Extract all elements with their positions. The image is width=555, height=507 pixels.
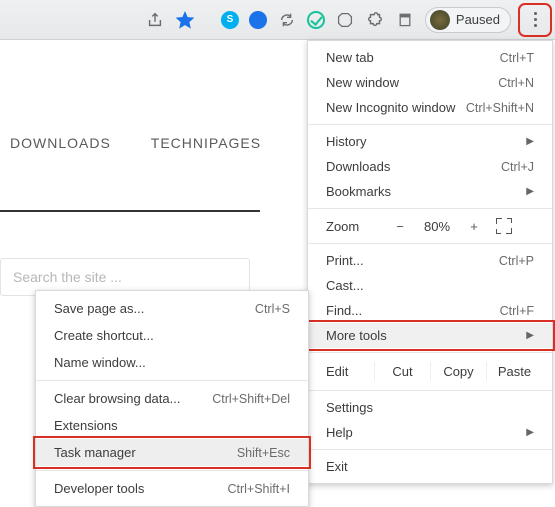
submenu-extensions[interactable]: Extensions: [36, 412, 308, 439]
separator: [308, 352, 552, 353]
label: Find...: [326, 303, 362, 318]
menu-edit-row: Edit Cut Copy Paste: [308, 357, 552, 386]
shortcut: Ctrl+P: [499, 254, 534, 268]
label: Developer tools: [54, 481, 144, 496]
menu-find[interactable]: Find... Ctrl+F: [308, 298, 552, 323]
submenu-create-shortcut[interactable]: Create shortcut...: [36, 322, 308, 349]
separator: [308, 124, 552, 125]
bookmark-star-icon[interactable]: [175, 10, 195, 30]
menu-zoom-row: Zoom − 80% +: [308, 213, 552, 239]
edit-label: Edit: [326, 364, 374, 379]
shortcut: Ctrl+T: [500, 51, 534, 65]
zoom-out-button[interactable]: −: [388, 219, 412, 234]
menu-new-incognito[interactable]: New Incognito window Ctrl+Shift+N: [308, 95, 552, 120]
profile-status-label: Paused: [456, 12, 500, 27]
separator: [36, 380, 308, 381]
edit-paste-button[interactable]: Paste: [486, 362, 542, 381]
label: Downloads: [326, 159, 390, 174]
edit-cut-button[interactable]: Cut: [374, 362, 430, 381]
menu-settings[interactable]: Settings: [308, 395, 552, 420]
label: Settings: [326, 400, 373, 415]
extensions-puzzle-icon[interactable]: [365, 10, 385, 30]
shortcut: Ctrl+S: [255, 302, 290, 316]
menu-help[interactable]: Help ▶: [308, 420, 552, 445]
video-extension-icon[interactable]: [249, 11, 267, 29]
shortcut: Ctrl+Shift+I: [227, 482, 290, 496]
kebab-icon: [534, 12, 537, 27]
divider: [0, 210, 260, 212]
fullscreen-icon[interactable]: [496, 218, 512, 234]
menu-bookmarks[interactable]: Bookmarks ▶: [308, 179, 552, 204]
menu-more-tools[interactable]: More tools ▶: [308, 323, 552, 348]
label: New tab: [326, 50, 374, 65]
sync-icon[interactable]: [277, 10, 297, 30]
menu-history[interactable]: History ▶: [308, 129, 552, 154]
submenu-clear-browsing-data[interactable]: Clear browsing data... Ctrl+Shift+Del: [36, 385, 308, 412]
submenu-task-manager[interactable]: Task manager Shift+Esc: [36, 439, 308, 466]
chevron-right-icon: ▶: [526, 186, 534, 197]
shortcut: Ctrl+N: [498, 76, 534, 90]
shortcut: Ctrl+J: [501, 160, 534, 174]
chevron-right-icon: ▶: [526, 427, 534, 438]
shortcut: Ctrl+Shift+Del: [212, 392, 290, 406]
label: Help: [326, 425, 353, 440]
label: Print...: [326, 253, 364, 268]
separator: [308, 449, 552, 450]
label: Save page as...: [54, 301, 144, 316]
label: New Incognito window: [326, 100, 455, 115]
label: Name window...: [54, 355, 146, 370]
edit-copy-button[interactable]: Copy: [430, 362, 486, 381]
reading-list-icon[interactable]: [395, 10, 415, 30]
site-nav: DOWNLOADS TECHNIPAGES: [0, 135, 261, 151]
label: Exit: [326, 459, 348, 474]
label: History: [326, 134, 366, 149]
share-icon[interactable]: [145, 10, 165, 30]
menu-new-window[interactable]: New window Ctrl+N: [308, 70, 552, 95]
shortcut: Ctrl+Shift+N: [466, 101, 534, 115]
menu-exit[interactable]: Exit: [308, 454, 552, 479]
submenu-save-page[interactable]: Save page as... Ctrl+S: [36, 295, 308, 322]
label: Task manager: [54, 445, 136, 460]
avatar-icon: [430, 10, 450, 30]
separator: [308, 208, 552, 209]
separator: [308, 243, 552, 244]
menu-new-tab[interactable]: New tab Ctrl+T: [308, 45, 552, 70]
browser-toolbar: S Paused: [0, 0, 555, 40]
label: Clear browsing data...: [54, 391, 180, 406]
chevron-right-icon: ▶: [526, 136, 534, 147]
zoom-in-button[interactable]: +: [462, 219, 486, 234]
menu-print[interactable]: Print... Ctrl+P: [308, 248, 552, 273]
search-placeholder: Search the site ...: [13, 269, 122, 285]
zoom-percent: 80%: [416, 219, 458, 234]
shortcut: Ctrl+F: [500, 304, 534, 318]
chrome-menu: New tab Ctrl+T New window Ctrl+N New Inc…: [307, 40, 553, 484]
site-nav-link[interactable]: DOWNLOADS: [10, 135, 111, 151]
adblock-extension-icon[interactable]: [335, 10, 355, 30]
separator: [308, 390, 552, 391]
chevron-right-icon: ▶: [526, 330, 534, 341]
label: Create shortcut...: [54, 328, 154, 343]
chrome-menu-button[interactable]: [521, 6, 549, 34]
menu-downloads[interactable]: Downloads Ctrl+J: [308, 154, 552, 179]
submenu-name-window[interactable]: Name window...: [36, 349, 308, 376]
shortcut: Shift+Esc: [237, 446, 290, 460]
profile-chip[interactable]: Paused: [425, 7, 511, 33]
site-nav-link[interactable]: TECHNIPAGES: [151, 135, 261, 151]
zoom-label: Zoom: [326, 219, 384, 234]
label: New window: [326, 75, 399, 90]
label: Extensions: [54, 418, 118, 433]
label: Cast...: [326, 278, 364, 293]
grammarly-extension-icon[interactable]: [307, 11, 325, 29]
menu-cast[interactable]: Cast...: [308, 273, 552, 298]
more-tools-submenu: Save page as... Ctrl+S Create shortcut..…: [35, 290, 309, 507]
label: More tools: [326, 328, 387, 343]
label: Bookmarks: [326, 184, 391, 199]
skype-extension-icon[interactable]: S: [221, 11, 239, 29]
separator: [36, 470, 308, 471]
submenu-developer-tools[interactable]: Developer tools Ctrl+Shift+I: [36, 475, 308, 502]
